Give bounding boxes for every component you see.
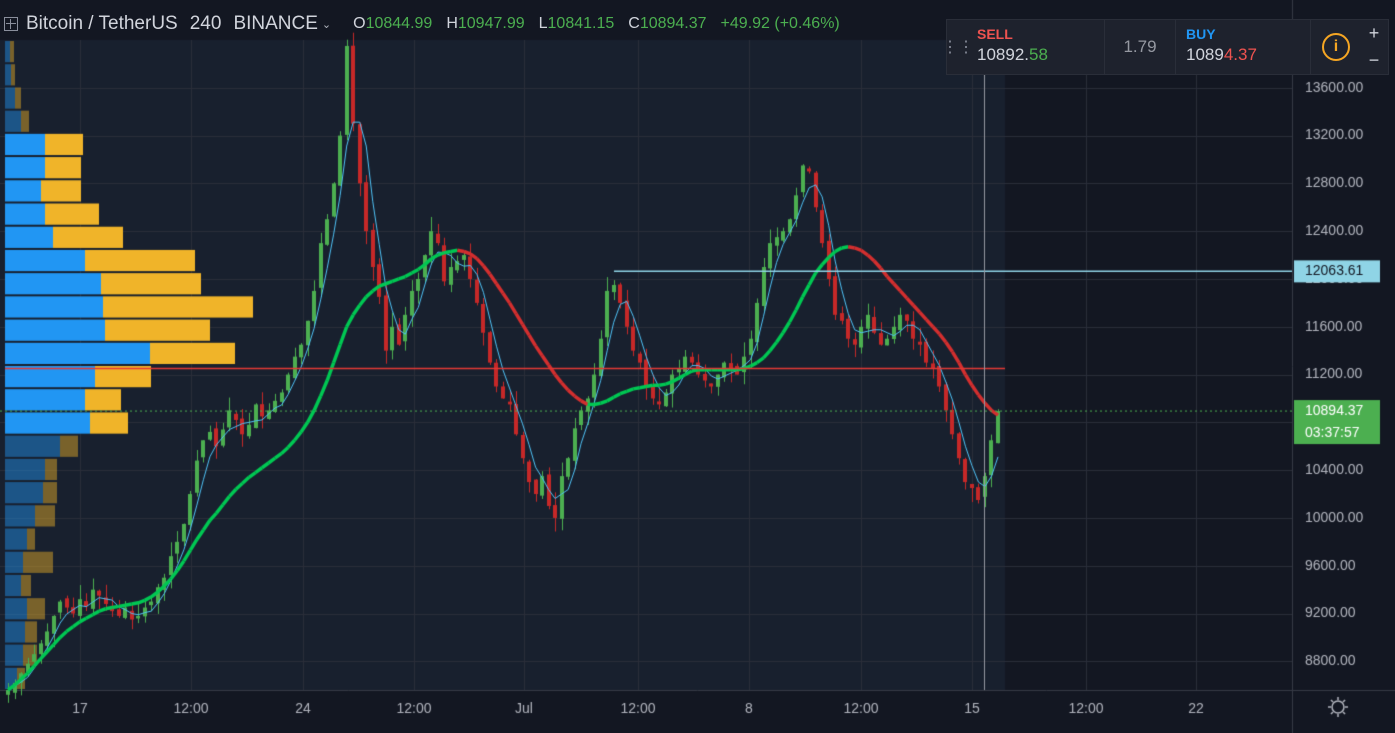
zoom-out-button[interactable]: − xyxy=(1369,50,1380,71)
low-value: 10841.15 xyxy=(547,15,615,32)
symbol-name[interactable]: Bitcoin / TetherUS xyxy=(26,13,178,35)
open-value: 10844.99 xyxy=(365,15,433,32)
info-button[interactable]: i xyxy=(1311,20,1361,74)
ohlc-values: O 10844.99 H 10947.99 L 10841.15 C 10894.37 … xyxy=(353,15,840,32)
drag-handle-icon[interactable]: ⋮⋮ xyxy=(942,20,974,74)
exchange-label[interactable]: BINANCE xyxy=(233,13,317,35)
buy-label: BUY xyxy=(1186,26,1216,42)
expand-icon[interactable] xyxy=(4,17,18,31)
interval-label[interactable]: 240 xyxy=(190,13,222,35)
buy-price: 10894.37 xyxy=(1186,45,1257,64)
chart-header: Bitcoin / TetherUS 240 BINANCE ⌄ O 10844.… xyxy=(0,8,840,40)
sell-button[interactable]: SELL 10892.58 xyxy=(969,20,1105,74)
zoom-in-button[interactable]: + xyxy=(1369,23,1380,44)
high-value: 10947.99 xyxy=(457,15,525,32)
buy-button[interactable]: BUY 10894.37 xyxy=(1175,20,1311,74)
sell-price: 10892.58 xyxy=(977,45,1048,64)
candlestick-chart[interactable] xyxy=(0,0,1395,733)
sell-label: SELL xyxy=(977,26,1013,42)
close-value: 10894.37 xyxy=(639,15,707,32)
spread-value: 1.79 xyxy=(1123,37,1157,56)
trade-panel: ⋮⋮ SELL 10892.58 1.79 BUY 10894.37 i + − xyxy=(942,19,1389,75)
info-icon: i xyxy=(1322,33,1350,61)
chevron-down-icon[interactable]: ⌄ xyxy=(322,18,331,31)
change-value: +49.92 (+0.46%) xyxy=(720,15,840,32)
zoom-controls: + − xyxy=(1361,20,1387,74)
